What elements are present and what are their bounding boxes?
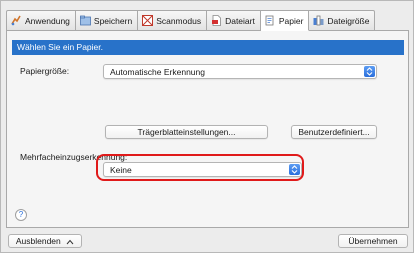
tab-label: Anwendung xyxy=(25,15,70,26)
paper-settings-panel: Wählen Sie ein Papier. Papiergröße: Auto… xyxy=(6,30,409,228)
tab-scanmodus[interactable]: Scanmodus xyxy=(138,10,208,31)
tab-bar: Anwendung Speichern Scanmodus Dateiart P… xyxy=(6,10,376,31)
tab-label: Papier xyxy=(278,15,304,26)
paper-icon xyxy=(265,15,274,26)
tab-dateiart[interactable]: Dateiart xyxy=(207,10,261,31)
highlight-frame xyxy=(96,154,304,181)
tab-label: Scanmodus xyxy=(156,15,202,26)
tab-dateigroesse[interactable]: Dateigröße xyxy=(309,10,376,31)
chevron-up-icon xyxy=(66,239,74,245)
scan-settings-window: Anwendung Speichern Scanmodus Dateiart P… xyxy=(0,0,414,253)
scan-mode-icon xyxy=(142,15,154,26)
save-icon xyxy=(80,15,91,26)
tab-label: Speichern xyxy=(93,15,133,26)
application-icon xyxy=(11,15,21,26)
hide-button-label: Ausblenden xyxy=(15,236,61,246)
tab-label: Dateigröße xyxy=(327,15,370,26)
paper-size-value: Automatische Erkennung xyxy=(110,67,205,77)
file-type-icon xyxy=(212,15,221,26)
custom-paper-button[interactable]: Benutzerdefiniert... xyxy=(291,125,377,139)
chevron-updown-icon xyxy=(364,66,375,77)
hide-button[interactable]: Ausblenden xyxy=(8,234,82,248)
file-size-icon xyxy=(313,15,324,26)
paper-size-label: Papiergröße: xyxy=(20,66,70,76)
tab-speichern[interactable]: Speichern xyxy=(75,10,139,31)
tab-label: Dateiart xyxy=(225,15,255,26)
tab-papier[interactable]: Papier xyxy=(260,10,310,31)
help-icon[interactable]: ? xyxy=(15,209,27,221)
apply-button[interactable]: Übernehmen xyxy=(338,234,408,248)
tab-anwendung[interactable]: Anwendung xyxy=(6,10,76,31)
panel-header: Wählen Sie ein Papier. xyxy=(12,40,404,55)
paper-size-select[interactable]: Automatische Erkennung xyxy=(103,64,377,79)
carrier-sheet-settings-button[interactable]: Trägerblatteinstellungen... xyxy=(105,125,268,139)
